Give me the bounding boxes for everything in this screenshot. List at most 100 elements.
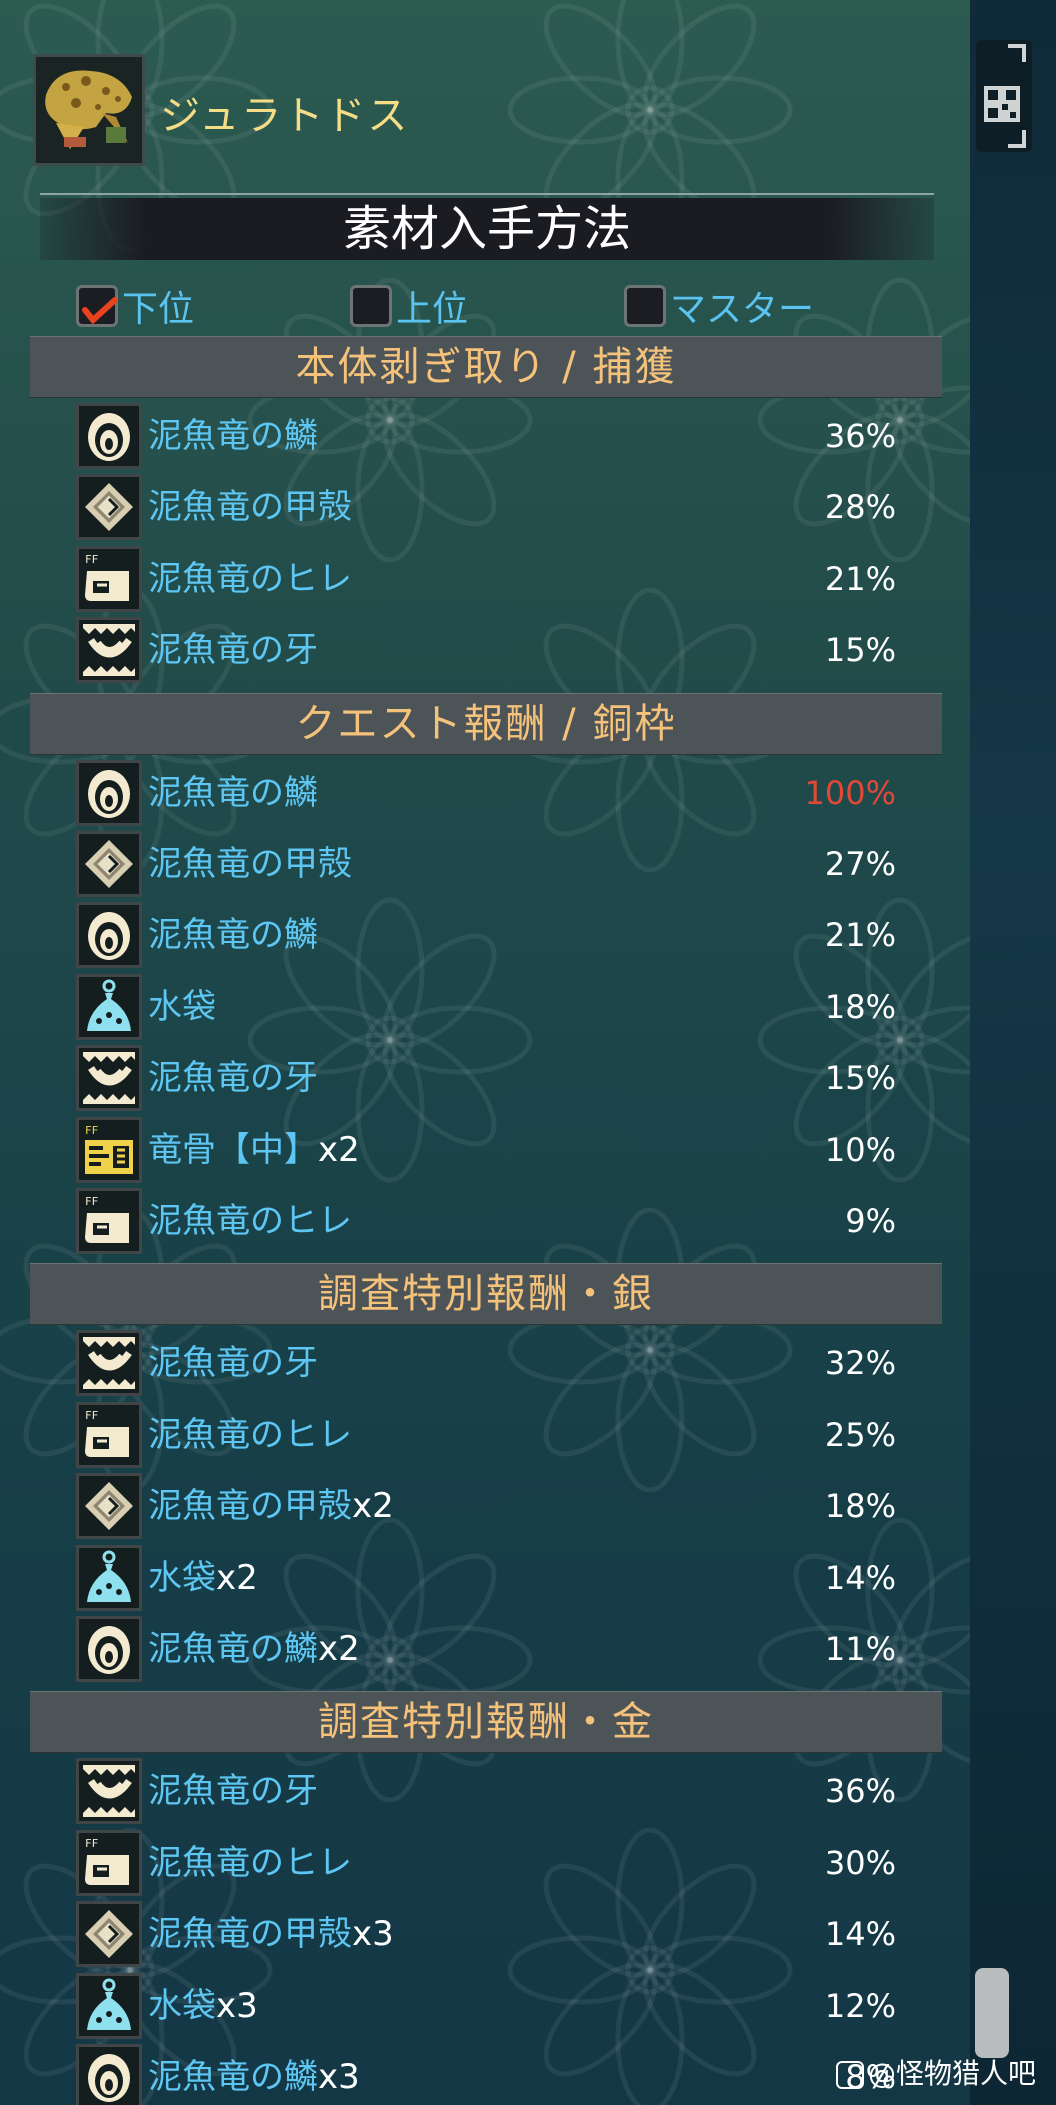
material-quantity: x2	[318, 1130, 360, 1170]
material-name-text: 泥魚竜のヒレ	[148, 1843, 352, 1883]
material-name-text: 泥魚竜の鱗	[148, 773, 318, 813]
material-name-text: 泥魚竜の甲殻	[148, 844, 352, 884]
scrollbar-thumb[interactable]	[975, 1968, 1009, 2058]
weibo-logo-icon	[836, 2061, 864, 2089]
svg-text:FF: FF	[85, 553, 98, 566]
drop-rate: 14%	[824, 1559, 896, 1597]
material-row[interactable]: FF 泥魚竜のヒレ 25%	[76, 1402, 896, 1468]
material-name: 泥魚竜のヒレ	[148, 1410, 352, 1460]
drop-rate: 12%	[824, 1987, 896, 2025]
drop-rate: 27%	[824, 845, 896, 883]
filter-label-low-rank: 下位	[122, 289, 195, 330]
material-name-text: 泥魚竜の鱗	[148, 915, 318, 955]
scale-icon	[76, 2044, 142, 2105]
material-row[interactable]: 泥魚竜の甲殻 28%	[76, 474, 896, 540]
svg-text:FF: FF	[85, 1409, 98, 1422]
shell-icon	[76, 1473, 142, 1539]
filter-low-rank[interactable]: 下位	[76, 280, 194, 332]
material-name: 泥魚竜の鱗	[148, 768, 318, 818]
section-header: クエスト報酬 / 銅枠	[30, 692, 942, 755]
drop-rate: 28%	[824, 488, 896, 526]
section-title: クエスト報酬 / 銅枠	[295, 700, 677, 747]
material-name-text: 水袋	[148, 987, 216, 1027]
shell-icon	[76, 831, 142, 897]
shell-icon	[76, 474, 142, 540]
water-sac-icon	[76, 974, 142, 1040]
checkbox-master-rank[interactable]	[624, 285, 666, 327]
scale-icon	[76, 403, 142, 469]
fin-icon: FF	[76, 1188, 142, 1254]
scale-icon	[76, 902, 142, 968]
material-name-text: 泥魚竜の甲殻	[148, 1914, 352, 1954]
section-title: 本体剥ぎ取り / 捕獲	[295, 344, 677, 390]
material-row[interactable]: FF 泥魚竜のヒレ 21%	[76, 546, 896, 612]
material-row[interactable]: 泥魚竜の甲殻x2 18%	[76, 1473, 896, 1539]
drop-rate: 21%	[824, 916, 896, 954]
checkbox-high-rank[interactable]	[350, 285, 392, 327]
svg-text:FF: FF	[85, 1124, 98, 1137]
page-title-bar: 素材入手方法	[40, 198, 934, 260]
material-row[interactable]: 泥魚竜の鱗 100%	[76, 760, 896, 826]
material-name-text: 泥魚竜の牙	[148, 1058, 318, 1098]
fang-icon	[76, 1758, 142, 1824]
fang-icon	[76, 1045, 142, 1111]
material-name: 泥魚竜の甲殻x2	[148, 1481, 394, 1531]
material-row[interactable]: 泥魚竜の鱗 36%	[76, 403, 896, 469]
scale-icon	[76, 760, 142, 826]
qr-code-icon	[976, 40, 1032, 152]
bone-icon: FF	[76, 1117, 142, 1183]
filter-master-rank[interactable]: マスター	[624, 280, 814, 332]
material-name: 泥魚竜の鱗x3	[148, 2052, 360, 2102]
watermark-text: @怪物猎人吧	[868, 2057, 1037, 2090]
material-name: 竜骨【中】x2	[148, 1125, 360, 1175]
material-row[interactable]: 泥魚竜の牙 15%	[76, 617, 896, 683]
material-row[interactable]: 水袋x2 14%	[76, 1545, 896, 1611]
fin-icon: FF	[76, 546, 142, 612]
material-row[interactable]: 水袋x3 12%	[76, 1973, 896, 2039]
fang-icon	[76, 617, 142, 683]
material-name: 泥魚竜の鱗	[148, 910, 318, 960]
material-row[interactable]: 泥魚竜の牙 15%	[76, 1045, 896, 1111]
drop-rate: 25%	[824, 1416, 896, 1454]
material-name-text: 泥魚竜のヒレ	[148, 559, 352, 599]
fang-icon	[76, 1330, 142, 1396]
section-title: 調査特別報酬・金	[318, 1699, 654, 1746]
material-name: 泥魚竜の牙	[148, 1338, 318, 1388]
material-name: 泥魚竜の甲殻	[148, 839, 352, 889]
material-name-text: 水袋	[148, 1558, 216, 1598]
material-name-text: 水袋	[148, 1986, 216, 2026]
drop-rate: 15%	[824, 1059, 896, 1097]
section-header: 調査特別報酬・金	[30, 1691, 942, 1754]
water-sac-icon	[76, 1973, 142, 2039]
material-name: 泥魚竜の甲殻	[148, 482, 352, 532]
material-name: 泥魚竜の牙	[148, 1766, 318, 1816]
material-row[interactable]: FF 泥魚竜のヒレ 30%	[76, 1830, 896, 1896]
material-row[interactable]: 泥魚竜の鱗 21%	[76, 902, 896, 968]
material-quantity: x3	[216, 1986, 258, 2026]
checkbox-low-rank[interactable]	[76, 285, 118, 327]
material-row[interactable]: 泥魚竜の甲殻 27%	[76, 831, 896, 897]
material-name-text: 泥魚竜のヒレ	[148, 1415, 352, 1455]
material-name: 水袋x2	[148, 1553, 258, 1603]
material-row[interactable]: 水袋 18%	[76, 974, 896, 1040]
watermark: @怪物猎人吧	[836, 2054, 1036, 2094]
material-name-text: 泥魚竜の甲殻	[148, 487, 352, 527]
material-name-text: 泥魚竜の牙	[148, 1771, 318, 1811]
material-row[interactable]: 泥魚竜の牙 36%	[76, 1758, 896, 1824]
svg-text:FF: FF	[85, 1837, 98, 1850]
drop-rate: 18%	[824, 1487, 896, 1525]
material-name: 泥魚竜の鱗x2	[148, 1624, 360, 1674]
material-row[interactable]: 泥魚竜の甲殻x3 14%	[76, 1901, 896, 1967]
material-name-text: 竜骨【中】	[148, 1130, 318, 1170]
material-row[interactable]: 泥魚竜の鱗x2 11%	[76, 1616, 896, 1682]
material-name: 泥魚竜のヒレ	[148, 554, 352, 604]
monster-icon	[33, 54, 145, 166]
side-panel	[970, 0, 1056, 2105]
filter-high-rank[interactable]: 上位	[350, 280, 468, 332]
drop-rate: 36%	[824, 417, 896, 455]
material-row[interactable]: 泥魚竜の鱗x3 8%	[76, 2044, 896, 2105]
material-row[interactable]: 泥魚竜の牙 32%	[76, 1330, 896, 1396]
material-row[interactable]: FF 竜骨【中】x2 10%	[76, 1117, 896, 1183]
material-row[interactable]: FF 泥魚竜のヒレ 9%	[76, 1188, 896, 1254]
drop-rate: 36%	[824, 1772, 896, 1810]
